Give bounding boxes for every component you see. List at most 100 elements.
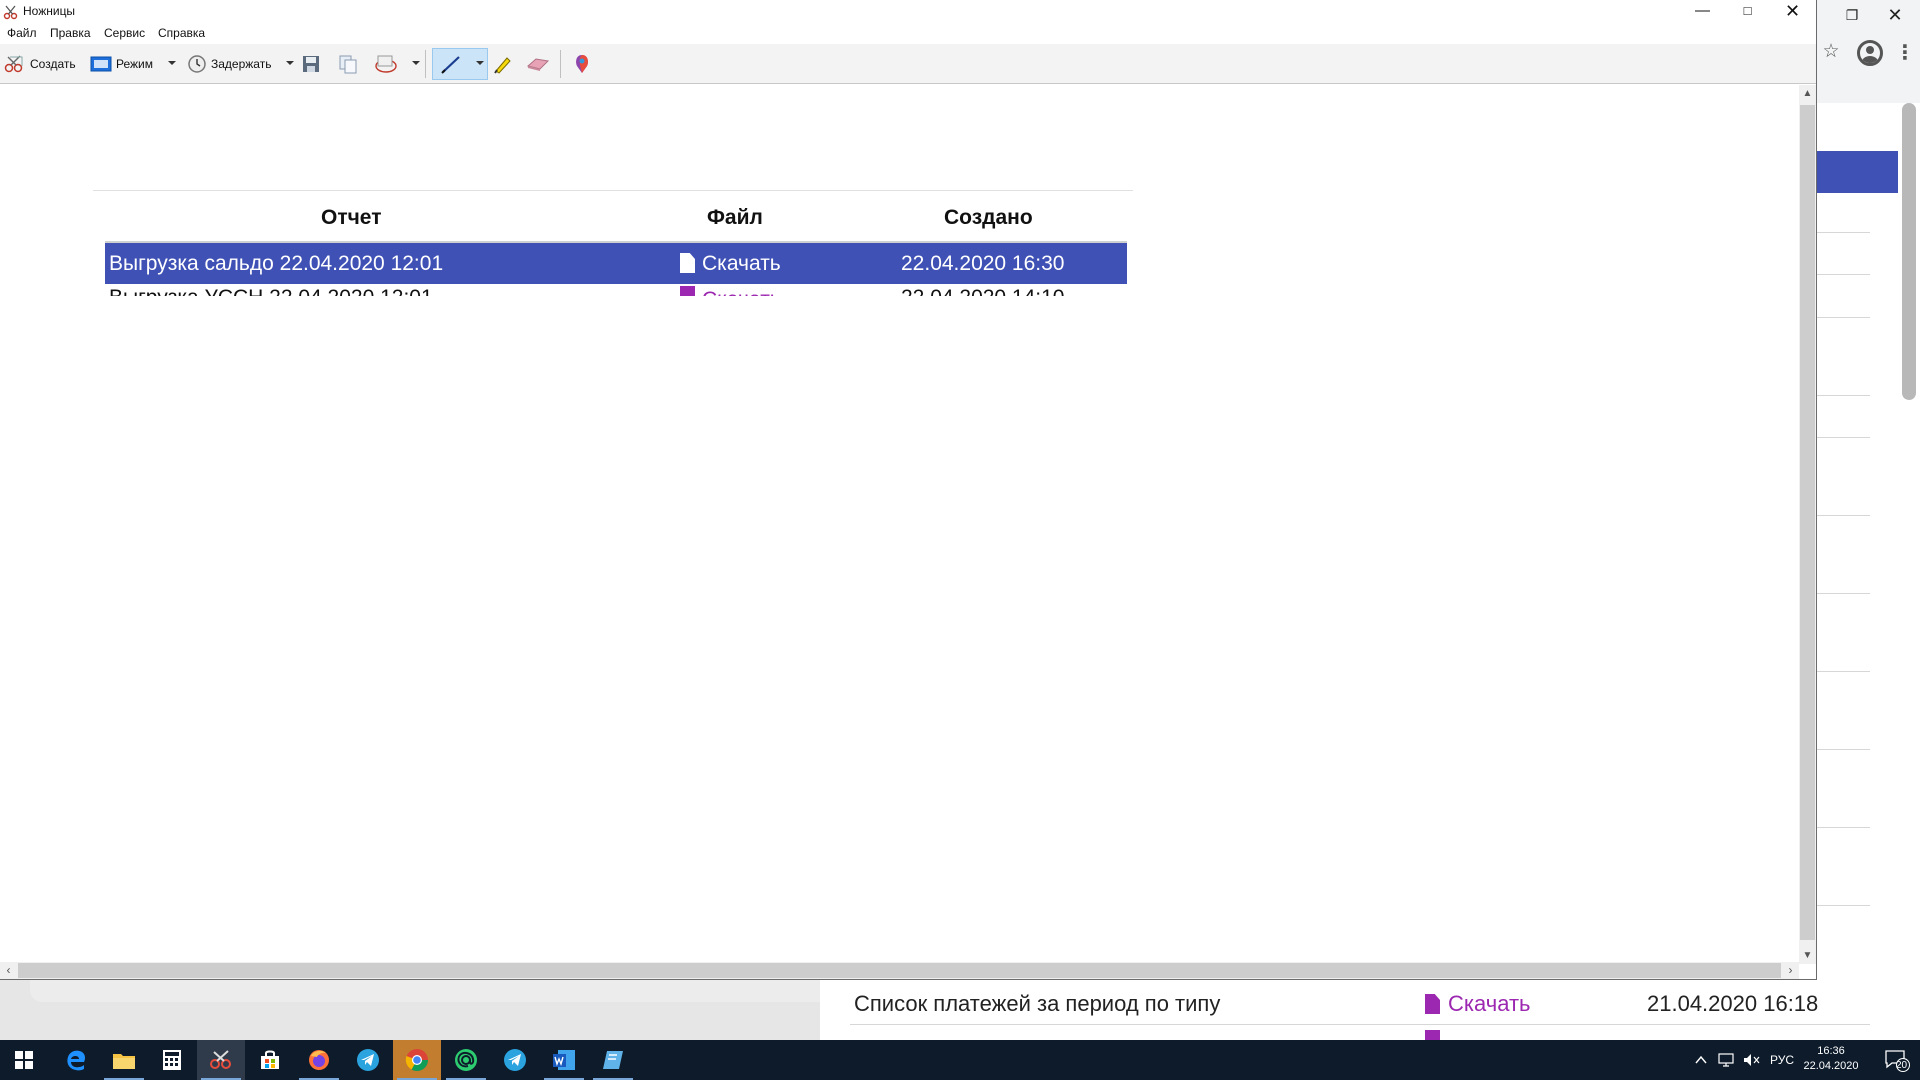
- language-indicator[interactable]: РУС: [1770, 1040, 1794, 1080]
- close-button[interactable]: ✕: [1770, 0, 1815, 24]
- send-button[interactable]: [374, 50, 398, 78]
- taskbar-explorer[interactable]: [100, 1040, 148, 1080]
- mode-button[interactable]: Режим: [90, 50, 153, 78]
- copy-icon: [339, 55, 357, 74]
- new-snip-button[interactable]: Создать: [4, 50, 76, 78]
- browser-restore-button[interactable]: ❐: [1832, 2, 1872, 28]
- taskbar-word[interactable]: [540, 1040, 588, 1080]
- menu-edit[interactable]: Правка: [50, 26, 91, 40]
- clock[interactable]: 16:36 22.04.2020: [1800, 1044, 1862, 1074]
- browser-close-button[interactable]: ✕: [1875, 2, 1915, 28]
- snip-sketch-icon: [603, 1051, 623, 1069]
- toolbar: Создать Режим Задержать: [0, 44, 1816, 84]
- created-date: 21.04.2020 16:18: [1647, 991, 1819, 1016]
- download-link-label: Скачать: [702, 252, 781, 275]
- taskbar-snipping-tool[interactable]: [197, 1040, 245, 1080]
- scroll-down-arrow-icon[interactable]: ▼: [1799, 947, 1816, 964]
- column-header-file: Файл: [707, 206, 763, 229]
- vertical-scrollbar-thumb[interactable]: [1800, 105, 1815, 940]
- send-snip-icon: [375, 55, 397, 73]
- taskbar-calculator[interactable]: [148, 1040, 196, 1080]
- account-icon[interactable]: [1857, 40, 1883, 66]
- telegram-icon: [357, 1049, 379, 1071]
- toolbar-separator: [560, 50, 561, 78]
- taskbar-mail-agent[interactable]: [442, 1040, 490, 1080]
- maximize-button[interactable]: □: [1725, 0, 1770, 24]
- browser-page-gray-area: [0, 980, 820, 1040]
- scroll-left-arrow-icon[interactable]: ‹: [0, 962, 17, 979]
- send-dropdown-arrow-icon[interactable]: [412, 61, 420, 65]
- folder-icon: [113, 1054, 135, 1069]
- bookmark-star-icon[interactable]: ☆: [1820, 41, 1842, 63]
- taskbar-chrome[interactable]: [393, 1040, 441, 1080]
- report-name: Выгрузка сальдо 22.04.2020 12:01: [109, 252, 444, 275]
- snipping-tool-window: Ножницы — □ ✕ Файл Правка Сервис Справка…: [0, 0, 1817, 980]
- scroll-right-arrow-icon[interactable]: ›: [1782, 962, 1799, 979]
- browser-scrollbar[interactable]: [1898, 103, 1920, 1040]
- table-row-cut: Выгрузка УССН 22.04.2020 12:01 Скачать 2…: [105, 286, 1127, 296]
- menu-file[interactable]: Файл: [7, 26, 37, 40]
- vertical-scrollbar[interactable]: ▲ ▼: [1799, 85, 1816, 964]
- mode-icon: [90, 56, 112, 72]
- document-icon: [1425, 1030, 1440, 1040]
- taskbar-telegram-2[interactable]: [491, 1040, 539, 1080]
- captured-snip: Отчет Файл Создано Выгрузка сальдо 22.04…: [93, 190, 1133, 380]
- taskbar-store[interactable]: [246, 1040, 294, 1080]
- horizontal-scrollbar[interactable]: ‹ ›: [0, 962, 1799, 979]
- document-icon: [680, 253, 695, 273]
- scissors-icon: [210, 1050, 231, 1069]
- snip-canvas[interactable]: Отчет Файл Создано Выгрузка сальдо 22.04…: [0, 84, 1798, 964]
- row-divider: [850, 1024, 1870, 1025]
- table-row[interactable]: Список платежей за период по типу Скачат…: [850, 984, 1870, 1025]
- download-link: Скачать: [680, 243, 781, 284]
- column-header-created: Создано: [944, 206, 1033, 229]
- volume-button[interactable]: [1743, 1040, 1761, 1080]
- taskbar-firefox[interactable]: [295, 1040, 343, 1080]
- new-snip-label: Создать: [30, 57, 76, 71]
- scroll-up-arrow-icon[interactable]: ▲: [1799, 85, 1816, 102]
- browser-scrollbar-thumb[interactable]: [1902, 103, 1916, 400]
- download-link[interactable]: Скачать: [1425, 984, 1531, 1024]
- document-icon: [680, 286, 695, 296]
- pen-button[interactable]: [440, 50, 464, 78]
- report-name: Выгрузка УССН 22.04.2020 12:01: [109, 286, 433, 296]
- calculator-icon: [163, 1050, 181, 1070]
- horizontal-scrollbar-thumb[interactable]: [18, 963, 1781, 978]
- delay-dropdown-arrow-icon[interactable]: [286, 61, 294, 65]
- pen-dropdown-arrow-icon[interactable]: [476, 61, 484, 65]
- mode-dropdown-arrow-icon[interactable]: [168, 61, 176, 65]
- save-button[interactable]: [302, 50, 320, 78]
- new-snip-icon: [4, 55, 23, 73]
- eraser-icon: [526, 58, 550, 71]
- browser-toolbar-fragment: ❐ ✕ ☆ ⋮: [1817, 0, 1920, 103]
- volume-muted-icon: [1744, 1054, 1760, 1066]
- table-row-selected: Выгрузка сальдо 22.04.2020 12:01 Скачать…: [105, 243, 1127, 284]
- chevron-up-icon: [1695, 1055, 1707, 1064]
- report-name: Список платежей за период по типу: [854, 991, 1221, 1016]
- network-button[interactable]: [1718, 1040, 1736, 1080]
- copy-button[interactable]: [338, 50, 358, 78]
- download-link: Скачать: [680, 286, 781, 296]
- chrome-icon: [405, 1049, 428, 1071]
- taskbar-other-app[interactable]: [589, 1040, 637, 1080]
- window-title: Ножницы: [23, 4, 76, 18]
- show-hidden-icons-button[interactable]: [1695, 1040, 1707, 1080]
- menu-help[interactable]: Справка: [158, 26, 205, 40]
- title-bar: Ножницы — □ ✕: [0, 0, 1816, 24]
- delay-button[interactable]: Задержать: [187, 50, 271, 78]
- eraser-button[interactable]: [526, 50, 550, 78]
- mode-label: Режим: [116, 57, 153, 71]
- highlighter-button[interactable]: [492, 50, 514, 78]
- minimize-button[interactable]: —: [1680, 0, 1725, 24]
- network-icon: [1718, 1053, 1734, 1067]
- taskbar-edge[interactable]: [52, 1040, 100, 1080]
- browser-menu-icon[interactable]: ⋮: [1895, 41, 1915, 65]
- clock-time: 16:36: [1817, 1045, 1845, 1057]
- action-center-button[interactable]: 20: [1873, 1040, 1920, 1080]
- paint3d-button[interactable]: [572, 50, 592, 78]
- table-top-border: [93, 190, 1133, 191]
- taskbar-telegram[interactable]: [344, 1040, 392, 1080]
- start-button[interactable]: [0, 1040, 48, 1080]
- created-date: 22.04.2020 16:30: [901, 252, 1065, 275]
- menu-tools[interactable]: Сервис: [104, 26, 145, 40]
